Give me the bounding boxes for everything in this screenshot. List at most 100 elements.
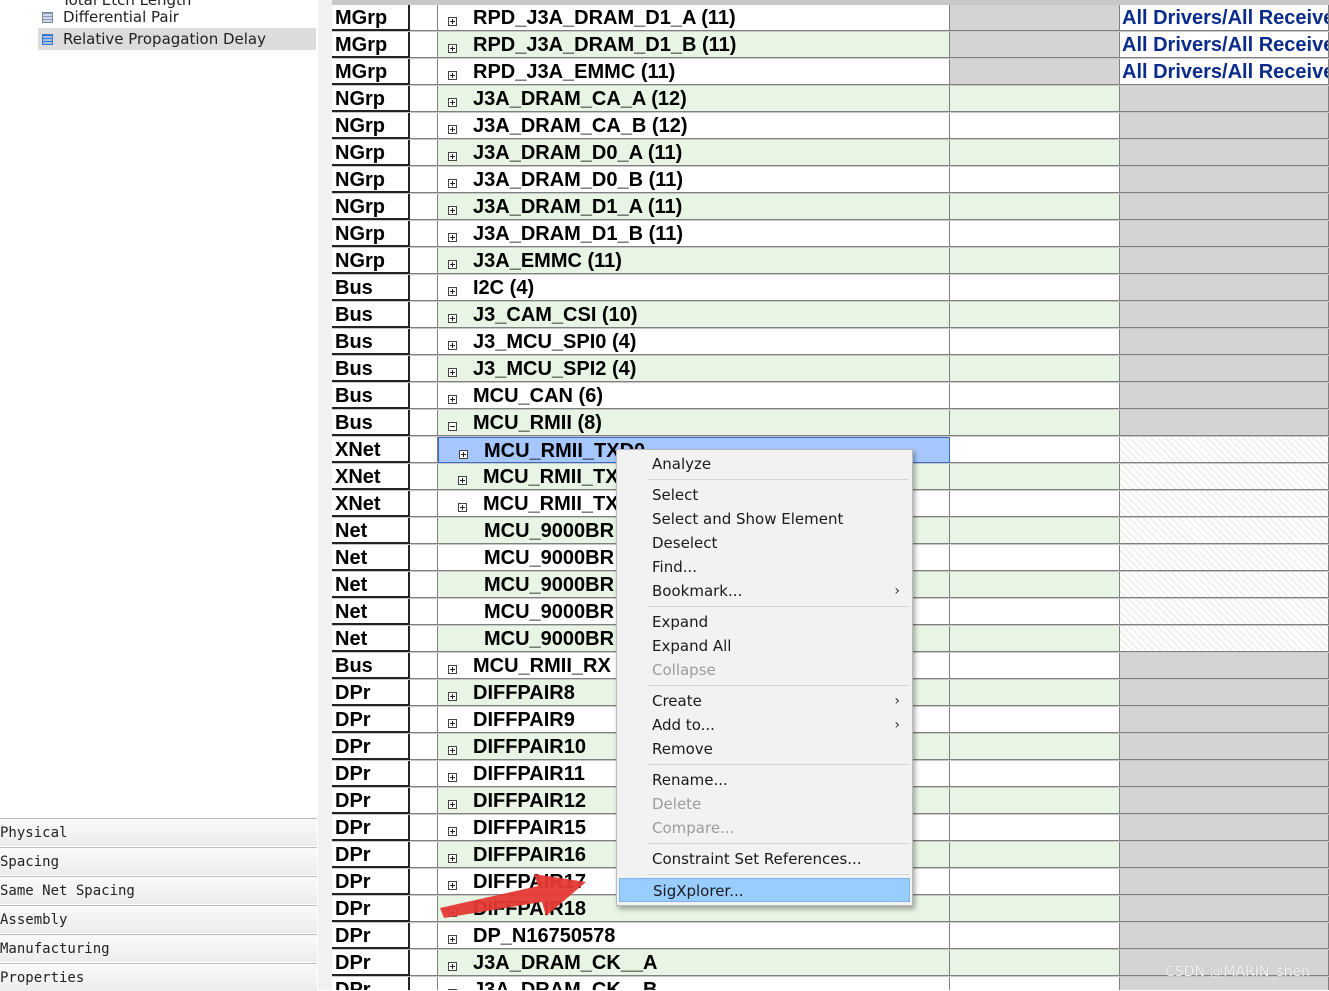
pin-pairs-cell[interactable] <box>1120 896 1329 922</box>
workbook-tab-spacing[interactable]: Spacing <box>0 847 317 875</box>
value-cell[interactable] <box>950 896 1120 922</box>
expand-plus-icon[interactable] <box>448 206 457 216</box>
value-cell[interactable] <box>950 734 1120 760</box>
menu-item-expand-all[interactable]: Expand All <box>619 634 910 658</box>
table-row[interactable]: NGrp J3A_DRAM_CA_B (12) <box>332 113 1329 140</box>
value-cell[interactable] <box>950 545 1120 571</box>
pin-pairs-cell[interactable] <box>1120 572 1329 598</box>
pin-pairs-cell[interactable] <box>1120 302 1329 328</box>
expand-plus-icon[interactable] <box>448 287 457 297</box>
pin-pairs-cell[interactable] <box>1120 248 1329 274</box>
expand-plus-icon[interactable] <box>448 692 457 702</box>
table-row[interactable]: NGrp J3A_DRAM_D1_B (11) <box>332 221 1329 248</box>
pin-pairs-cell[interactable]: All Drivers/All Receive <box>1120 32 1329 58</box>
pane-splitter[interactable] <box>318 0 333 990</box>
object-name-cell[interactable]: J3_MCU_SPI2 (4) <box>438 356 950 382</box>
pin-pairs-cell[interactable] <box>1120 518 1329 544</box>
table-row[interactable]: Bus MCU_CAN (6) <box>332 383 1329 410</box>
object-name-cell[interactable]: MCU_CAN (6) <box>438 383 950 409</box>
value-cell[interactable] <box>950 140 1120 166</box>
table-row[interactable]: NGrp J3A_DRAM_D0_A (11) <box>332 140 1329 167</box>
expand-plus-icon[interactable] <box>448 152 457 162</box>
pin-pairs-cell[interactable] <box>1120 761 1329 787</box>
value-cell[interactable] <box>950 302 1120 328</box>
menu-item-constraint-set-references[interactable]: Constraint Set References... <box>619 847 910 871</box>
value-cell[interactable] <box>950 572 1120 598</box>
pin-pairs-cell[interactable] <box>1120 923 1329 949</box>
collapse-minus-icon[interactable] <box>448 422 457 432</box>
expand-plus-icon[interactable] <box>448 17 457 27</box>
table-row[interactable]: Bus J3_MCU_SPI2 (4) <box>332 356 1329 383</box>
pin-pairs-cell[interactable] <box>1120 113 1329 139</box>
value-cell[interactable] <box>950 356 1120 382</box>
pin-pairs-cell[interactable] <box>1120 842 1329 868</box>
expand-plus-icon[interactable] <box>448 233 457 243</box>
menu-item-select-and-show-element[interactable]: Select and Show Element <box>619 507 910 531</box>
value-cell[interactable] <box>950 410 1120 436</box>
value-cell[interactable] <box>950 815 1120 841</box>
object-name-cell[interactable]: RPD_J3A_DRAM_D1_B (11) <box>438 32 950 58</box>
value-cell[interactable] <box>950 869 1120 895</box>
value-cell[interactable] <box>950 437 1120 463</box>
pin-pairs-cell[interactable] <box>1120 464 1329 490</box>
value-cell[interactable] <box>950 626 1120 652</box>
expand-plus-icon[interactable] <box>448 665 457 675</box>
menu-item-select[interactable]: Select <box>619 483 910 507</box>
workbook-tab-properties[interactable]: Properties <box>0 963 317 991</box>
object-name-cell[interactable]: J3A_DRAM_CK__B <box>438 977 950 990</box>
pin-pairs-cell[interactable] <box>1120 329 1329 355</box>
menu-item-deselect[interactable]: Deselect <box>619 531 910 555</box>
pin-pairs-cell[interactable] <box>1120 410 1329 436</box>
object-name-cell[interactable]: RPD_J3A_EMMC (11) <box>438 59 950 85</box>
value-cell[interactable] <box>950 113 1120 139</box>
expand-plus-icon[interactable] <box>448 935 457 945</box>
menu-item-rename[interactable]: Rename... <box>619 768 910 792</box>
menu-item-add-to[interactable]: Add to... › <box>619 713 910 737</box>
workbook-tab-manufacturing[interactable]: Manufacturing <box>0 934 317 962</box>
table-row[interactable]: Bus I2C (4) <box>332 275 1329 302</box>
expand-plus-icon[interactable] <box>458 476 467 486</box>
pin-pairs-cell[interactable] <box>1120 734 1329 760</box>
value-cell[interactable] <box>950 842 1120 868</box>
value-cell[interactable] <box>950 221 1120 247</box>
expand-plus-icon[interactable] <box>448 125 457 135</box>
pin-pairs-cell[interactable] <box>1120 653 1329 679</box>
pin-pairs-cell[interactable] <box>1120 437 1329 463</box>
pin-pairs-cell[interactable]: All Drivers/All Receive <box>1120 5 1329 31</box>
workbook-tab-physical[interactable]: Physical <box>0 818 317 846</box>
pin-pairs-cell[interactable] <box>1120 356 1329 382</box>
table-row[interactable]: Bus J3_CAM_CSI (10) <box>332 302 1329 329</box>
expand-plus-icon[interactable] <box>448 314 457 324</box>
value-cell[interactable] <box>950 59 1120 85</box>
table-row[interactable]: NGrp J3A_DRAM_CA_A (12) <box>332 86 1329 113</box>
value-cell[interactable] <box>950 167 1120 193</box>
expand-plus-icon[interactable] <box>448 71 457 81</box>
value-cell[interactable] <box>950 923 1120 949</box>
object-name-cell[interactable]: J3A_DRAM_D0_A (11) <box>438 140 950 166</box>
value-cell[interactable] <box>950 950 1120 976</box>
table-row[interactable]: MGrp RPD_J3A_DRAM_D1_A (11) All Drivers/Al… <box>332 5 1329 32</box>
expand-plus-icon[interactable] <box>448 800 457 810</box>
menu-item-analyze[interactable]: Analyze <box>619 452 910 476</box>
value-cell[interactable] <box>950 707 1120 733</box>
pin-pairs-cell[interactable] <box>1120 221 1329 247</box>
object-name-cell[interactable]: J3A_DRAM_D1_B (11) <box>438 221 950 247</box>
expand-plus-icon[interactable] <box>458 503 467 513</box>
object-name-cell[interactable]: J3_CAM_CSI (10) <box>438 302 950 328</box>
tree-item-differential-pair[interactable]: Differential Pair <box>38 6 316 28</box>
value-cell[interactable] <box>950 464 1120 490</box>
pin-pairs-cell[interactable] <box>1120 86 1329 112</box>
table-row[interactable]: NGrp J3A_EMMC (11) <box>332 248 1329 275</box>
value-cell[interactable] <box>950 5 1120 31</box>
pin-pairs-cell[interactable] <box>1120 815 1329 841</box>
pin-pairs-cell[interactable] <box>1120 140 1329 166</box>
pin-pairs-cell[interactable] <box>1120 167 1329 193</box>
expand-plus-icon[interactable] <box>448 395 457 405</box>
pin-pairs-cell[interactable] <box>1120 194 1329 220</box>
menu-item-sigxplorer[interactable]: SigXplorer... <box>619 878 910 902</box>
object-name-cell[interactable]: J3A_DRAM_CA_B (12) <box>438 113 950 139</box>
value-cell[interactable] <box>950 248 1120 274</box>
expand-plus-icon[interactable] <box>448 827 457 837</box>
pin-pairs-cell[interactable] <box>1120 707 1329 733</box>
value-cell[interactable] <box>950 86 1120 112</box>
